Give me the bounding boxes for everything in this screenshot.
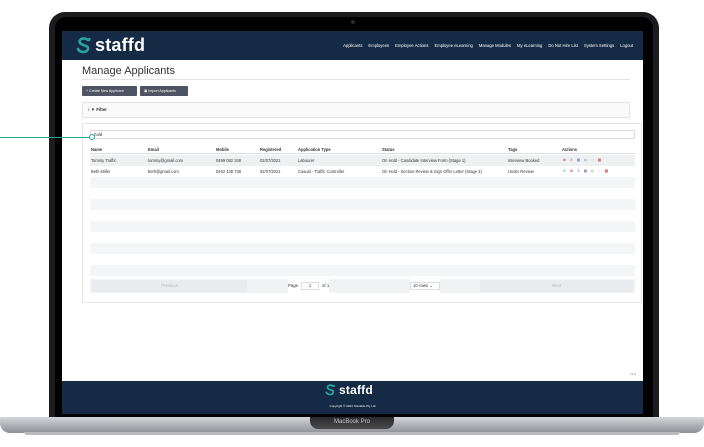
cell-status: On Hold - Candidate Interview Form (Stag… [382,158,466,163]
tag-icon[interactable]: ◇ [590,169,595,174]
rows-select[interactable]: 10 rows ⌄ [410,281,440,290]
nav-item-applicants[interactable]: Applicants [343,43,362,48]
callout-dot [89,134,95,140]
rows-select-value: 10 rows [413,282,429,288]
row-stripe [90,177,635,188]
cell-actions: ⊘ ∂ ▤ ◇ ○ ▥ [562,158,635,163]
document-icon[interactable]: ▤ [576,158,581,163]
table-header: Name Email Mobile Registered Application… [90,146,635,154]
header-application-type[interactable]: Application Type [298,147,382,152]
staffd-logo-icon [76,37,91,54]
page-input[interactable]: 1 [301,281,320,290]
row-stripe [90,199,635,210]
link-icon[interactable]: ∂ [576,169,581,174]
trash-icon[interactable]: ▥ [597,158,602,163]
cell-application-type: Labourer [298,158,315,163]
cell-tags: Under Review [508,169,534,174]
create-applicant-button[interactable]: + Create New Applicant [82,86,137,96]
filter-toggle[interactable]: › ▼ Filter [82,102,630,118]
search-input[interactable]: hold [90,130,635,139]
rows-per-page: 10 rows ⌄ [410,279,440,293]
header-email[interactable]: Email [148,147,216,152]
header-name[interactable]: Name [90,147,148,152]
page-label: Page [288,283,299,288]
camera-icon [351,20,355,24]
approve-icon[interactable]: ✔ [562,169,567,174]
cell-registered: 02/07/2021 [260,169,281,174]
cell-mobile: 0482 438 738 [216,169,242,174]
copyright: Copyright © 2021 Solvable Pty Ltd [329,404,376,408]
cell-name: Tommy Traffic [91,158,117,163]
nav-item-do-not-hire[interactable]: Do Not Hire List [548,43,578,48]
cell-application-type: Casual - Traffic Controller [298,169,345,174]
link-icon[interactable]: ∂ [569,158,574,163]
divider [82,79,630,80]
cell-actions: ✔ ⊘ ∂ ▤ ◇ ○ ▥ [562,169,635,174]
cell-tags: Interview Booked [508,158,540,163]
reject-icon[interactable]: ⊘ [569,169,574,174]
row-stripe [90,243,635,254]
laptop-foot [24,432,680,435]
next-button[interactable]: Next [480,280,633,292]
nav-item-employee-elearning[interactable]: Employee eLearning [434,43,472,48]
laptop-hinge-label: MacBook Pro [310,417,394,429]
header-registered[interactable]: Registered [260,147,298,152]
nav-item-logout[interactable]: Logout [620,43,633,48]
table-row[interactable]: Tommy Traffic tommy@gmail.com 0499 082 3… [90,155,635,166]
logo-text: staffd [95,35,146,55]
page-title: Manage Applicants [82,65,175,77]
cell-name: Beth Miller [91,169,111,174]
footer-logo-text: staffd [339,383,373,397]
version-label: v1.3 [630,372,636,376]
cell-email: beth@gmail.com [148,169,179,174]
nav-menu: Applicants Employees Employee Actions Em… [337,31,633,60]
brand-logo[interactable]: staffd [76,35,145,56]
top-navbar: staffd Applicants Employees Employee Act… [62,31,643,60]
nav-item-employee-actions[interactable]: Employee Actions [395,43,428,48]
page-total: of 1 [322,283,330,288]
nav-item-system-settings[interactable]: System Settings [584,43,614,48]
cell-status: On Hold - Section Review & Sign Offer Le… [382,169,482,174]
app-screen: staffd Applicants Employees Employee Act… [62,31,643,414]
cell-email: tommy@gmail.com [148,158,184,163]
table-row[interactable]: Beth Miller beth@gmail.com 0482 438 738 … [90,166,635,177]
cell-registered: 02/07/2021 [260,158,281,163]
callout-line [0,137,90,138]
import-label: Import Applicants [148,89,176,93]
staffd-logo-icon [325,384,336,396]
nav-item-my-elearning[interactable]: My eLearning [517,43,542,48]
nav-item-employees[interactable]: Employees [368,43,389,48]
header-mobile[interactable]: Mobile [216,147,260,152]
import-applicants-button[interactable]: ▣ Import Applicants [140,86,188,96]
cell-mobile: 0499 082 348 [216,158,242,163]
header-actions: Actions [562,147,578,152]
previous-button[interactable]: Previous [92,280,247,292]
comment-icon[interactable]: ○ [597,169,602,174]
comment-icon[interactable]: ○ [590,158,595,163]
tag-icon[interactable]: ◇ [583,158,588,163]
reject-icon[interactable]: ⊘ [562,158,567,163]
trash-icon[interactable]: ▥ [604,169,609,174]
row-stripe [90,265,635,276]
stage: staffd Applicants Employees Employee Act… [0,0,704,447]
header-tags[interactable]: Tags [508,147,562,152]
header-status[interactable]: Status [382,147,508,152]
filter-label: Filter [96,107,107,112]
page-indicator: Page 1 of 1 [288,279,330,293]
document-icon[interactable]: ▤ [583,169,588,174]
nav-item-manage-modules[interactable]: Manage Modules [479,43,511,48]
chevron-down-icon: ⌄ [429,282,433,288]
pagination-bar: Previous Page 1 of 1 10 rows ⌄ Next [90,279,635,293]
row-stripe [90,221,635,232]
footer-logo: staffd [325,383,373,397]
